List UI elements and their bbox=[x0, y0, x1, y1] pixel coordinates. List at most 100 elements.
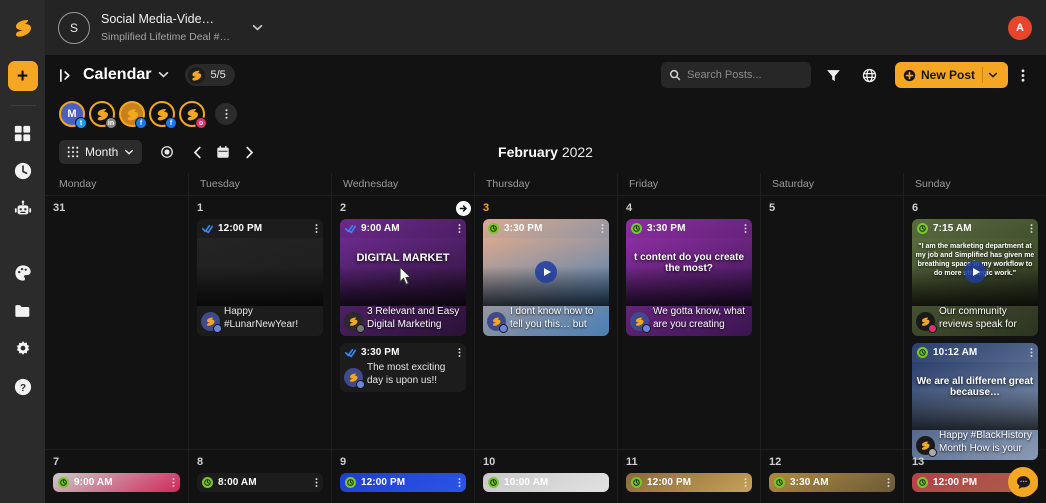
post-more-options-icon[interactable] bbox=[458, 223, 461, 234]
post-more-options-icon[interactable] bbox=[172, 477, 175, 488]
post-card[interactable]: 3:30 PMt content do you create the most?… bbox=[626, 219, 752, 336]
post-more-options-icon[interactable] bbox=[1030, 223, 1033, 234]
post-more-options-icon[interactable] bbox=[601, 223, 604, 234]
user-avatar[interactable]: A bbox=[1008, 16, 1032, 40]
today-button[interactable] bbox=[210, 140, 236, 164]
calendar-day-7[interactable]: 79:00 AM bbox=[45, 450, 188, 503]
post-platform-badge-icon bbox=[928, 324, 937, 333]
account-count-pill[interactable]: 5/5 bbox=[185, 64, 234, 86]
post-more-options-icon[interactable] bbox=[601, 477, 604, 488]
top-bar: S Social Media-Vide… Simplified Lifetime… bbox=[45, 0, 1046, 55]
calendar-day-6[interactable]: 6 7:15 AM"I am the marketing department a… bbox=[903, 196, 1046, 449]
view-mode-label: Month bbox=[85, 145, 118, 159]
search-box[interactable] bbox=[661, 62, 811, 88]
post-more-options-icon[interactable] bbox=[315, 223, 318, 234]
chat-bubble-icon[interactable] bbox=[1008, 467, 1038, 497]
post-platform-badge-icon bbox=[928, 448, 937, 457]
post-header: 12:00 PM bbox=[197, 219, 323, 238]
svg-text:?: ? bbox=[19, 383, 25, 394]
day-number: 6 bbox=[912, 202, 1038, 214]
post-card[interactable]: 3:30 AM bbox=[769, 473, 895, 492]
calendar-day-5[interactable]: 5 bbox=[760, 196, 903, 449]
next-month-button[interactable] bbox=[236, 140, 262, 164]
post-header: 12:00 PM bbox=[340, 473, 466, 492]
search-input[interactable] bbox=[687, 69, 797, 81]
post-more-options-icon[interactable] bbox=[1030, 347, 1033, 358]
target-icon[interactable] bbox=[154, 140, 180, 164]
post-more-options-icon[interactable] bbox=[887, 477, 890, 488]
view-mode-chevron-down-icon bbox=[124, 149, 134, 155]
calendar-day-9[interactable]: 912:00 PM bbox=[331, 450, 474, 503]
post-more-options-icon[interactable] bbox=[458, 347, 461, 358]
history-icon[interactable] bbox=[6, 154, 40, 188]
dashboard-icon[interactable] bbox=[6, 116, 40, 150]
post-status-icon bbox=[345, 347, 356, 358]
connected-account-facebook[interactable]: f bbox=[149, 101, 175, 127]
post-card[interactable]: 9:00 AM bbox=[53, 473, 180, 492]
calendar-week: 79:00 AM88:00 AM912:00 PM 10 10:00 AM 11 12:… bbox=[45, 449, 1046, 503]
post-more-options-icon[interactable] bbox=[744, 477, 747, 488]
simplified-logo[interactable] bbox=[0, 0, 45, 55]
create-new-button[interactable]: + bbox=[8, 61, 38, 91]
workspace-avatar[interactable]: S bbox=[58, 12, 90, 44]
calendar-day-2[interactable]: 29:00 AMDIGITAL MARKET3 Relevant and Eas… bbox=[331, 196, 474, 449]
post-card[interactable]: 10:00 AM bbox=[483, 473, 609, 492]
play-button-icon[interactable] bbox=[535, 261, 557, 283]
calendar-day-31[interactable]: 31 bbox=[45, 196, 188, 449]
post-header: 3:30 PM bbox=[483, 219, 609, 238]
calendar-day-10[interactable]: 10 10:00 AM bbox=[474, 450, 617, 503]
post-card[interactable]: 7:15 AM"I am the marketing department at… bbox=[912, 219, 1038, 336]
toolbar-more-options-icon[interactable] bbox=[1014, 68, 1032, 83]
plus-circle-icon bbox=[903, 69, 916, 82]
post-card[interactable]: 12:00 PM bbox=[626, 473, 752, 492]
post-card[interactable]: 3:30 PMI dont know how to tell you this…… bbox=[483, 219, 609, 336]
post-status-icon bbox=[345, 223, 356, 234]
ai-bot-icon[interactable] bbox=[6, 192, 40, 226]
post-caption: Happy #LunarNewYear! 2022 is the Year of… bbox=[224, 306, 319, 331]
post-card[interactable]: 12:00 PM bbox=[340, 473, 466, 492]
new-post-button[interactable]: New Post bbox=[895, 62, 1008, 88]
page-title-chevron-down-icon[interactable] bbox=[158, 69, 169, 81]
calendar-day-4[interactable]: 43:30 PMt content do you create the most… bbox=[617, 196, 760, 449]
folder-icon[interactable] bbox=[6, 294, 40, 328]
view-mode-select[interactable]: Month bbox=[59, 140, 142, 164]
post-card[interactable]: 10:12 AMWe are all different great becau… bbox=[912, 343, 1038, 460]
calendar-day-1[interactable]: 112:00 PMHappy #LunarNewYear! 2022 is th… bbox=[188, 196, 331, 449]
accounts-more-options-icon[interactable] bbox=[215, 103, 237, 125]
help-icon[interactable]: ? bbox=[6, 370, 40, 404]
post-card[interactable]: 12:00 PM Happy #LunarNewYear! 2022 is the… bbox=[197, 219, 323, 336]
post-card[interactable]: 8:00 AM bbox=[197, 473, 323, 492]
connected-account-linkedin[interactable]: in bbox=[89, 101, 115, 127]
filter-icon[interactable] bbox=[821, 62, 847, 88]
day-number: 10 bbox=[483, 456, 609, 468]
post-more-options-icon[interactable] bbox=[744, 223, 747, 234]
post-account-avatar bbox=[487, 312, 506, 331]
post-status-icon bbox=[917, 223, 928, 234]
workspace-switcher-chevron-down-icon[interactable] bbox=[252, 22, 263, 34]
post-more-options-icon[interactable] bbox=[315, 477, 318, 488]
toggle-sidepanel-icon[interactable] bbox=[59, 68, 74, 83]
post-card[interactable]: 3:30 PMThe most exciting day is upon us!… bbox=[340, 343, 466, 392]
new-post-chevron-down-icon[interactable] bbox=[988, 70, 998, 81]
connected-account-instagram[interactable]: o bbox=[179, 101, 205, 127]
day-header-wednesday: Wednesday bbox=[331, 173, 474, 195]
connected-account-facebook[interactable]: f bbox=[119, 101, 145, 127]
calendar-toolbar: Calendar 5/5 bbox=[45, 55, 1046, 95]
post-header: 7:15 AM bbox=[912, 219, 1038, 238]
globe-icon[interactable] bbox=[857, 62, 883, 88]
day-number: 11 bbox=[626, 456, 752, 468]
connected-account-twitter[interactable]: Mt bbox=[59, 101, 85, 127]
day-header-tuesday: Tuesday bbox=[188, 173, 331, 195]
prev-month-button[interactable] bbox=[184, 140, 210, 164]
play-button-icon[interactable] bbox=[964, 261, 986, 283]
post-platform-badge-icon bbox=[356, 380, 365, 389]
post-more-options-icon[interactable] bbox=[458, 477, 461, 488]
calendar-day-3[interactable]: 33:30 PMI dont know how to tell you this… bbox=[474, 196, 617, 449]
post-footer: The most exciting day is upon us!! We're… bbox=[340, 362, 466, 392]
calendar-day-12[interactable]: 123:30 AM bbox=[760, 450, 903, 503]
design-icon[interactable] bbox=[6, 256, 40, 290]
calendar-day-8[interactable]: 88:00 AM bbox=[188, 450, 331, 503]
calendar-weeks: 31112:00 PMHappy #LunarNewYear! 2022 is … bbox=[45, 195, 1046, 503]
settings-icon[interactable] bbox=[6, 332, 40, 366]
calendar-day-11[interactable]: 11 12:00 PM bbox=[617, 450, 760, 503]
